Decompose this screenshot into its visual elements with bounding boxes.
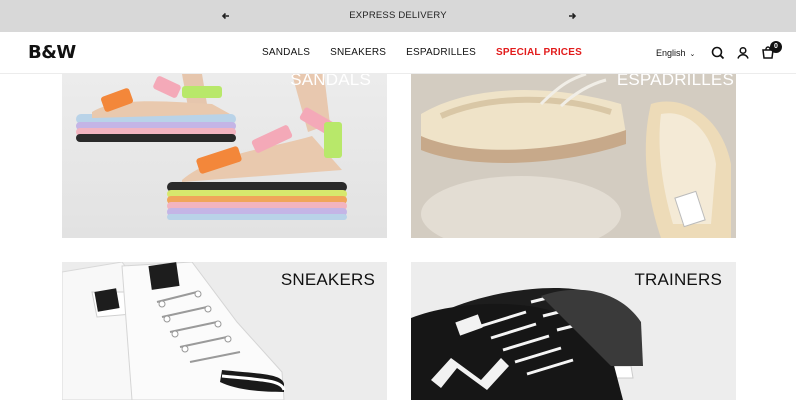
site-header: B&W SANDALS SNEAKERS ESPADRILLES SPECIAL… xyxy=(0,32,796,74)
tile-label-espadrilles: ESPADRILLES xyxy=(616,74,734,89)
announcement-text: EXPRESS DELIVERY xyxy=(349,10,447,21)
tile-label-sneakers: SNEAKERS xyxy=(280,270,375,289)
main-nav: SANDALS SNEAKERS ESPADRILLES SPECIAL PRI… xyxy=(262,47,602,58)
nav-sandals[interactable]: SANDALS xyxy=(262,47,310,58)
nav-espadrilles[interactable]: ESPADRILLES xyxy=(406,47,476,58)
search-icon[interactable] xyxy=(710,45,726,61)
sandals-image xyxy=(76,74,347,220)
tile-label-sandals: SANDALS xyxy=(290,74,371,89)
language-selector[interactable]: English ⌄ xyxy=(656,48,695,58)
arrow-right-icon[interactable] xyxy=(565,9,579,23)
cart-count-badge: 0 xyxy=(770,41,782,53)
category-tile-sandals[interactable]: SANDALS xyxy=(62,74,387,238)
cart-icon[interactable]: 0 xyxy=(760,41,782,61)
tile-label-trainers: TRAINERS xyxy=(634,270,722,289)
espadrilles-image xyxy=(411,74,736,238)
nav-sneakers[interactable]: SNEAKERS xyxy=(330,47,386,58)
account-icon[interactable] xyxy=(735,45,751,61)
logo[interactable]: B&W xyxy=(28,42,76,63)
category-tile-sneakers[interactable]: SNEAKERS xyxy=(62,262,387,400)
nav-special-prices[interactable]: SPECIAL PRICES xyxy=(496,47,582,58)
category-tile-espadrilles[interactable]: ESPADRILLES xyxy=(411,74,736,238)
chevron-down-icon: ⌄ xyxy=(689,51,696,58)
announcement-bar: EXPRESS DELIVERY xyxy=(0,0,796,32)
category-tile-trainers[interactable]: TRAINERS xyxy=(411,262,736,400)
language-label: English xyxy=(656,48,686,58)
